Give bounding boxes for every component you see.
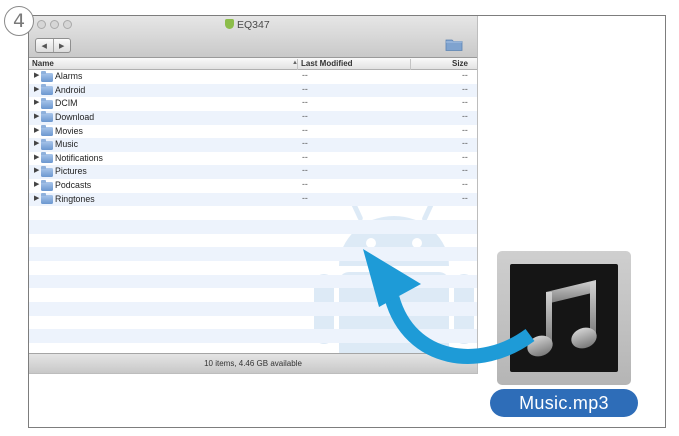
folder-name: Pictures — [55, 166, 87, 177]
size-value: -- — [462, 179, 468, 190]
file-name-label: Music.mp3 — [490, 389, 638, 417]
last-modified-value: -- — [302, 151, 308, 162]
folder-icon — [41, 193, 53, 205]
window-title: EQ347 — [225, 19, 270, 31]
folder-name: Music — [55, 139, 78, 150]
folder-name: DCIM — [55, 98, 78, 109]
last-modified-value: -- — [302, 192, 308, 203]
disclosure-triangle-icon[interactable]: ▶ — [34, 139, 39, 147]
window-title-text: EQ347 — [237, 19, 270, 31]
folder-row-ringtones[interactable]: ▶ Ringtones -- -- — [29, 192, 477, 207]
window-titlebar: EQ347 ◀ ▶ — [29, 16, 477, 58]
folder-name: Podcasts — [55, 180, 92, 191]
step-number-badge: 4 — [4, 6, 34, 36]
minimize-window-button[interactable] — [50, 20, 59, 29]
folder-row-music[interactable]: ▶ Music -- -- — [29, 138, 477, 152]
folder-row-android[interactable]: ▶ Android -- -- — [29, 83, 477, 98]
empty-row — [29, 220, 477, 234]
empty-row — [29, 206, 477, 220]
folder-row-podcasts[interactable]: ▶ Podcasts -- -- — [29, 179, 477, 193]
disclosure-triangle-icon[interactable]: ▶ — [34, 71, 39, 79]
folder-name: Notifications — [55, 152, 103, 163]
folder-name: Download — [55, 111, 95, 122]
last-modified-value: -- — [302, 124, 308, 135]
size-value: -- — [462, 97, 468, 108]
column-header-size[interactable]: Size — [452, 59, 468, 68]
new-folder-icon[interactable] — [445, 37, 463, 51]
empty-row — [29, 261, 477, 275]
disclosure-triangle-icon[interactable]: ▶ — [34, 194, 39, 202]
android-drive-icon — [225, 19, 234, 29]
file-list: ▶ Alarms -- -- ▶ Android -- -- ▶ DCIM -- -- ▶ Downloa… — [29, 70, 477, 360]
folder-name: Android — [55, 84, 86, 95]
music-file-thumbnail — [510, 264, 618, 372]
folder-name: Alarms — [55, 71, 83, 81]
finder-window: EQ347 ◀ ▶ Name ▲ Last Modified Size ▶ Ala… — [29, 16, 478, 374]
size-value: -- — [462, 124, 468, 135]
last-modified-value: -- — [302, 83, 308, 94]
disclosure-triangle-icon[interactable]: ▶ — [34, 153, 39, 161]
disclosure-triangle-icon[interactable]: ▶ — [34, 166, 39, 174]
folder-icon — [41, 70, 53, 82]
empty-row — [29, 301, 477, 316]
size-value: -- — [462, 165, 468, 176]
folder-icon — [41, 97, 53, 109]
back-forward-buttons: ◀ ▶ — [35, 38, 71, 53]
disclosure-triangle-icon[interactable]: ▶ — [34, 126, 39, 134]
music-note-icon — [527, 280, 597, 357]
folder-name: Ringtones — [55, 193, 95, 204]
folder-icon — [41, 138, 53, 150]
empty-row — [29, 329, 477, 343]
disclosure-triangle-icon[interactable]: ▶ — [34, 85, 39, 93]
empty-row — [29, 234, 477, 248]
folder-icon — [41, 152, 53, 164]
last-modified-value: -- — [302, 165, 308, 176]
empty-row — [29, 274, 477, 289]
last-modified-value: -- — [302, 70, 308, 80]
size-value: -- — [462, 138, 468, 149]
empty-row — [29, 316, 477, 330]
music-file-icon[interactable] — [497, 251, 631, 385]
size-value: -- — [462, 83, 468, 94]
empty-row — [29, 288, 477, 302]
folder-icon — [41, 165, 53, 177]
folder-row-alarms[interactable]: ▶ Alarms -- -- — [29, 70, 477, 84]
folder-icon — [41, 84, 53, 96]
size-value: -- — [462, 70, 468, 80]
folder-row-notifications[interactable]: ▶ Notifications -- -- — [29, 152, 477, 166]
back-button[interactable]: ◀ — [36, 39, 53, 52]
folder-row-download[interactable]: ▶ Download -- -- — [29, 110, 477, 125]
last-modified-value: -- — [302, 138, 308, 149]
folder-row-pictures[interactable]: ▶ Pictures -- -- — [29, 165, 477, 180]
folder-icon — [41, 125, 53, 137]
folder-icon — [41, 111, 53, 123]
last-modified-value: -- — [302, 179, 308, 190]
folder-row-movies[interactable]: ▶ Movies -- -- — [29, 125, 477, 139]
disclosure-triangle-icon[interactable]: ▶ — [34, 98, 39, 106]
disclosure-triangle-icon[interactable]: ▶ — [34, 112, 39, 120]
zoom-window-button[interactable] — [63, 20, 72, 29]
column-divider[interactable] — [297, 59, 298, 70]
close-window-button[interactable] — [37, 20, 46, 29]
folder-name: Movies — [55, 125, 83, 136]
disclosure-triangle-icon[interactable]: ▶ — [34, 180, 39, 188]
column-header-name[interactable]: Name — [32, 59, 54, 68]
last-modified-value: -- — [302, 97, 308, 108]
last-modified-value: -- — [302, 110, 308, 121]
forward-button[interactable]: ▶ — [52, 39, 71, 52]
column-divider[interactable] — [410, 59, 411, 70]
size-value: -- — [462, 110, 468, 121]
size-value: -- — [462, 192, 468, 203]
folder-icon — [41, 179, 53, 191]
empty-row — [29, 247, 477, 261]
column-header-bar: Name ▲ Last Modified Size — [29, 58, 477, 70]
folder-row-dcim[interactable]: ▶ DCIM -- -- — [29, 97, 477, 111]
size-value: -- — [462, 151, 468, 162]
status-text: 10 items, 4.46 GB available — [204, 359, 302, 368]
column-header-last-modified[interactable]: Last Modified — [301, 59, 353, 68]
status-bar: 10 items, 4.46 GB available — [29, 353, 477, 373]
